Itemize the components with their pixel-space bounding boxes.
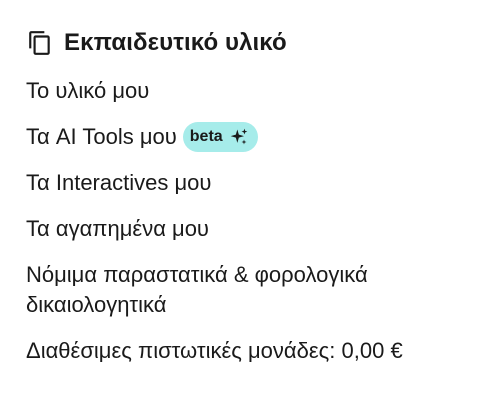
menu-item-label: Τα AI Tools μου (26, 124, 177, 149)
menu-item-my-interactives[interactable]: Τα Interactives μου (26, 168, 496, 198)
menu-item-label: Τα Interactives μου (26, 170, 212, 195)
available-credits: Διαθέσιμες πιστωτικές μονάδες: 0,00 € (26, 338, 403, 363)
menu-item-label: Το υλικό μου (26, 78, 150, 103)
sparkle-icon (229, 127, 249, 147)
section-title: Εκπαιδευτικό υλικό (64, 29, 287, 56)
menu-item-label: Νόμιμα παραστατικά & φορολογικά δικαιολο… (26, 262, 368, 317)
menu-item-my-favorites[interactable]: Τα αγαπημένα μου (26, 214, 496, 244)
copy-icon (26, 29, 54, 57)
section-header: Εκπαιδευτικό υλικό (26, 24, 496, 62)
menu-item-my-ai-tools[interactable]: Τα AI Tools μου beta (26, 122, 496, 152)
menu-item-legal-documents[interactable]: Νόμιμα παραστατικά & φορολογικά δικαιολο… (26, 260, 496, 320)
beta-badge: beta (182, 122, 258, 152)
menu-item-label: Τα αγαπημένα μου (26, 216, 209, 241)
educational-material-panel: Εκπαιδευτικό υλικό Το υλικό μου Τα AI To… (26, 24, 496, 366)
menu-list: Το υλικό μου Τα AI Tools μου beta Τα Int… (26, 76, 496, 334)
menu-item-my-material[interactable]: Το υλικό μου (26, 76, 496, 106)
badge-label: beta (189, 128, 223, 145)
